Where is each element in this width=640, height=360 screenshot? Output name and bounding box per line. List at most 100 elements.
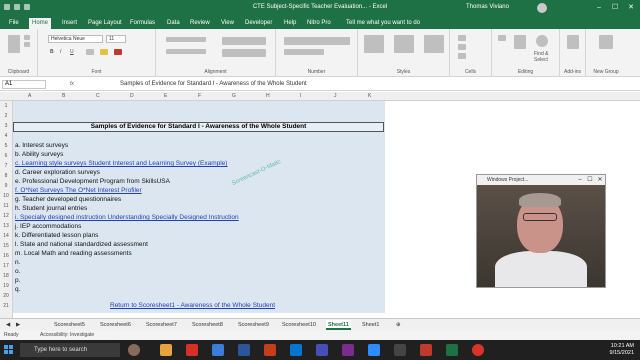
app-icon[interactable] [394,344,406,356]
row-header[interactable]: 13 [0,223,12,229]
row-header[interactable]: 3 [0,123,12,129]
borders-icon[interactable] [86,49,94,55]
column-header[interactable]: H [266,93,270,99]
insert-cells-icon[interactable] [458,35,466,41]
accessibility-status[interactable]: Accessibility: Investigate [40,332,94,338]
add-sheet-icon[interactable]: ⊕ [394,320,403,330]
format-cells-icon[interactable] [458,53,466,59]
column-header[interactable]: B [62,93,65,99]
format-as-table-icon[interactable] [394,35,414,53]
specially-designed-instruction-link[interactable]: i. Specially designed instruction Unders… [15,214,239,222]
conditional-formatting-icon[interactable] [364,35,384,53]
tab-page-layout[interactable]: Page Layout [85,18,125,29]
column-header[interactable]: J [334,93,337,99]
delete-cells-icon[interactable] [458,44,466,50]
sort-filter-icon[interactable] [514,35,526,49]
webcam-window[interactable]: Windows Project... – ☐ ✕ [476,174,606,288]
row-header[interactable]: 4 [0,133,12,139]
nitro-icon[interactable] [420,344,432,356]
merge-center-icon[interactable] [222,49,266,57]
list-item[interactable]: l. State and national standardized asses… [15,241,148,249]
sheet-nav-next-icon[interactable]: ▶ [14,320,22,330]
number-format-select[interactable] [284,37,350,45]
webcam-minimize-button[interactable]: – [575,175,585,185]
row-header[interactable]: 21 [0,303,12,309]
tab-scoresheet8[interactable]: Scoresheet8 [190,320,225,330]
user-name[interactable]: Thomas Viviano [466,4,509,10]
tab-sheet11[interactable]: Sheet11 [326,320,351,330]
list-item[interactable]: g. Teacher developed questionnaires [15,196,121,204]
tab-review[interactable]: Review [187,18,213,29]
taskbar-search[interactable]: Type here to search [20,343,120,357]
column-header[interactable]: F [198,93,201,99]
logout-icon[interactable] [599,35,613,49]
outlook-icon[interactable] [290,344,302,356]
screencast-icon[interactable] [472,344,484,356]
list-item[interactable]: o. [15,268,20,276]
row-header[interactable]: 14 [0,233,12,239]
sheet-nav-prev-icon[interactable]: ◀ [4,320,12,330]
row-header[interactable]: 5 [0,143,12,149]
tab-data[interactable]: Data [164,18,183,29]
chrome-icon[interactable] [186,344,198,356]
find-select-label[interactable]: Find & Select [534,51,558,63]
powerpoint-icon[interactable] [264,344,276,356]
row-header[interactable]: 12 [0,213,12,219]
fill-color-icon[interactable] [100,49,108,55]
row-header[interactable]: 19 [0,283,12,289]
formula-input[interactable]: Samples of Evidence for Standard I - Awa… [120,81,307,88]
list-item[interactable]: p. [15,277,20,285]
list-item[interactable]: b. Ability surveys [15,151,63,159]
list-item[interactable]: j. IEP accommodations [15,223,81,231]
return-to-scoresheet-link[interactable]: Return to Scoresheet1 - Awareness of the… [110,302,275,310]
row-header[interactable]: 11 [0,203,12,209]
tab-scoresheet5[interactable]: Scoresheet5 [52,320,87,330]
taskbar-clock[interactable]: 10:21 AM 9/15/2021 [594,343,634,357]
list-item[interactable]: n. [15,259,20,267]
italic-button[interactable]: I [60,49,61,55]
windows-start-icon[interactable] [4,345,14,355]
column-header[interactable]: E [164,93,167,99]
find-select-icon[interactable] [536,35,548,47]
file-explorer-icon[interactable] [160,344,172,356]
sheet-header-cell[interactable]: Samples of Evidence for Standard I - Awa… [13,122,384,132]
excel-icon[interactable] [446,344,458,356]
row-header[interactable]: 8 [0,173,12,179]
underline-button[interactable]: U [70,49,74,55]
tell-me-search[interactable]: Tell me what you want to do [346,18,420,29]
tab-scoresheet7[interactable]: Scoresheet7 [144,320,179,330]
align-top-icon[interactable] [166,37,206,42]
fx-icon[interactable]: fx [70,81,74,87]
tab-scoresheet10[interactable]: Scoresheet10 [280,320,318,330]
tab-scoresheet6[interactable]: Scoresheet6 [98,320,133,330]
row-header[interactable]: 1 [0,103,12,109]
list-item[interactable]: k. Differentiated lesson plans [15,232,98,240]
align-left-icon[interactable] [166,49,206,54]
tab-nitro-pro[interactable]: Nitro Pro [304,18,334,29]
column-header[interactable]: K [368,93,371,99]
row-header[interactable]: 18 [0,273,12,279]
avatar[interactable] [537,3,547,13]
close-button[interactable]: ✕ [624,2,638,14]
currency-icon[interactable] [284,49,324,55]
paste-icon[interactable] [8,35,20,53]
row-header[interactable]: 10 [0,193,12,199]
font-size-select[interactable]: 11 [106,35,126,43]
tab-formulas[interactable]: Formulas [127,18,158,29]
profile-icon[interactable] [128,344,140,356]
tab-home[interactable]: Home [29,18,52,29]
add-ins-icon[interactable] [567,35,579,49]
row-header[interactable]: 9 [0,183,12,189]
list-item[interactable]: a. Interest surveys [15,142,68,150]
maximize-button[interactable]: ☐ [608,2,622,14]
font-name-select[interactable]: Helvetica Neue [48,35,103,43]
bold-button[interactable]: B [50,49,54,55]
row-header[interactable]: 15 [0,243,12,249]
edge-icon[interactable] [212,344,224,356]
copy-icon[interactable] [24,42,30,47]
tab-view[interactable]: View [218,18,237,29]
word-icon[interactable] [238,344,250,356]
zoom-icon[interactable] [368,344,380,356]
list-item[interactable]: h. Student journal entries [15,205,87,213]
minimize-button[interactable]: – [592,2,606,14]
